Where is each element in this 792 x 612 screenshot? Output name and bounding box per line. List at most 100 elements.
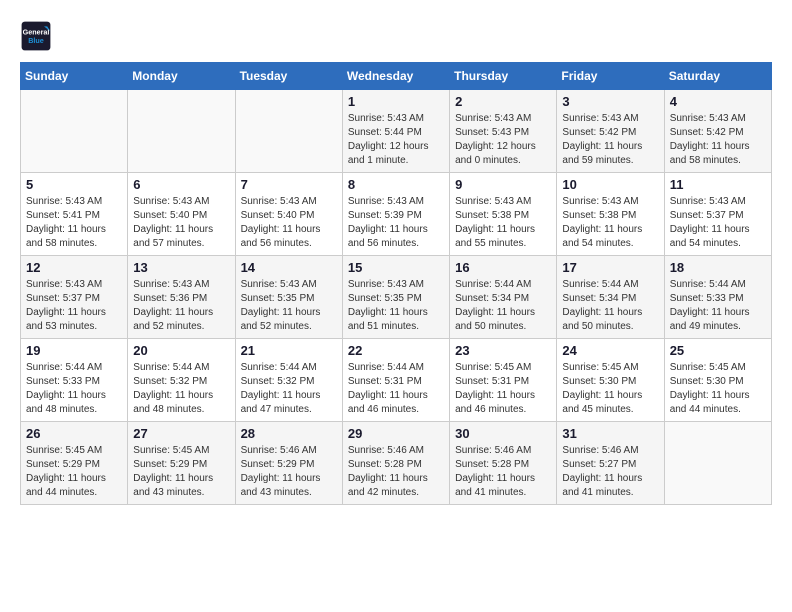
calendar-cell: 4 Sunrise: 5:43 AMSunset: 5:42 PMDaylight… (664, 90, 771, 173)
day-number: 30 (455, 426, 551, 441)
weekday-header-saturday: Saturday (664, 63, 771, 90)
day-info: Sunrise: 5:46 AMSunset: 5:27 PMDaylight:… (562, 444, 658, 500)
day-number: 2 (455, 94, 551, 109)
calendar-cell: 15Sunrise: 5:43 AMSunset: 5:35 PMDayligh… (342, 256, 449, 339)
day-number: 5 (26, 177, 122, 192)
calendar-cell: 9Sunrise: 5:43 AMSunset: 5:38 PMDaylight… (450, 173, 557, 256)
calendar-cell: 30 Sunrise: 5:46 AMSunset: 5:28 PMDayligh… (450, 422, 557, 505)
day-number: 29 (348, 426, 444, 441)
calendar-cell: 12 Sunrise: 5:43 AMSunset: 5:37 PMDayligh… (21, 256, 128, 339)
day-info: Sunrise: 5:43 AMSunset: 5:42 PMDaylight:… (562, 112, 658, 168)
day-info: Sunrise: 5:45 AMSunset: 5:30 PMDaylight:… (670, 361, 766, 417)
day-number: 7 (241, 177, 337, 192)
calendar-cell: 22Sunrise: 5:44 AMSunset: 5:31 PMDayligh… (342, 339, 449, 422)
day-info: Sunrise: 5:43 AMSunset: 5:42 PMDaylight:… (670, 112, 766, 168)
calendar-cell: 16 Sunrise: 5:44 AMSunset: 5:34 PMDayligh… (450, 256, 557, 339)
calendar-cell: 21 Sunrise: 5:44 AMSunset: 5:32 PMDayligh… (235, 339, 342, 422)
day-info: Sunrise: 5:45 AMSunset: 5:29 PMDaylight:… (133, 444, 229, 500)
calendar-cell: 26Sunrise: 5:45 AMSunset: 5:29 PMDayligh… (21, 422, 128, 505)
calendar-cell: 17 Sunrise: 5:44 AMSunset: 5:34 PMDayligh… (557, 256, 664, 339)
calendar-cell: 10 Sunrise: 5:43 AMSunset: 5:38 PMDayligh… (557, 173, 664, 256)
calendar-cell: 1 Sunrise: 5:43 AMSunset: 5:44 PMDaylight… (342, 90, 449, 173)
calendar-cell (235, 90, 342, 173)
day-info: Sunrise: 5:43 AMSunset: 5:36 PMDaylight:… (133, 278, 229, 334)
calendar-cell: 11 Sunrise: 5:43 AMSunset: 5:37 PMDayligh… (664, 173, 771, 256)
day-number: 24 (562, 343, 658, 358)
calendar-cell: 24 Sunrise: 5:45 AMSunset: 5:30 PMDayligh… (557, 339, 664, 422)
weekday-header-monday: Monday (128, 63, 235, 90)
day-info: Sunrise: 5:43 AMSunset: 5:39 PMDaylight:… (348, 195, 444, 251)
calendar-week-row: 1 Sunrise: 5:43 AMSunset: 5:44 PMDaylight… (21, 90, 772, 173)
day-info: Sunrise: 5:44 AMSunset: 5:33 PMDaylight:… (26, 361, 122, 417)
calendar-cell: 3 Sunrise: 5:43 AMSunset: 5:42 PMDaylight… (557, 90, 664, 173)
day-info: Sunrise: 5:43 AMSunset: 5:40 PMDaylight:… (133, 195, 229, 251)
day-info: Sunrise: 5:43 AMSunset: 5:41 PMDaylight:… (26, 195, 122, 251)
calendar-cell: 28Sunrise: 5:46 AMSunset: 5:29 PMDayligh… (235, 422, 342, 505)
calendar-week-row: 19 Sunrise: 5:44 AMSunset: 5:33 PMDayligh… (21, 339, 772, 422)
day-number: 12 (26, 260, 122, 275)
day-info: Sunrise: 5:43 AMSunset: 5:37 PMDaylight:… (670, 195, 766, 251)
weekday-header-row: SundayMondayTuesdayWednesdayThursdayFrid… (21, 63, 772, 90)
day-number: 21 (241, 343, 337, 358)
day-info: Sunrise: 5:46 AMSunset: 5:28 PMDaylight:… (348, 444, 444, 500)
day-number: 3 (562, 94, 658, 109)
weekday-header-tuesday: Tuesday (235, 63, 342, 90)
page-header: General Blue (20, 20, 772, 52)
calendar-cell (21, 90, 128, 173)
calendar-cell (664, 422, 771, 505)
day-number: 20 (133, 343, 229, 358)
calendar-week-row: 26 Sunrise: 5:45 AMSunset: 5:29 PMDayligh… (21, 422, 772, 505)
day-info: Sunrise: 5:44 AMSunset: 5:31 PMDaylight:… (348, 361, 444, 417)
day-number: 19 (26, 343, 122, 358)
day-info: Sunrise: 5:44 AMSunset: 5:34 PMDaylight:… (562, 278, 658, 334)
calendar-cell: 2 Sunrise: 5:43 AMSunset: 5:43 PMDaylight… (450, 90, 557, 173)
day-info: Sunrise: 5:45 AMSunset: 5:30 PMDaylight:… (562, 361, 658, 417)
logo-icon: General Blue (20, 20, 52, 52)
calendar-cell: 5 Sunrise: 5:43 AMSunset: 5:41 PMDaylight… (21, 173, 128, 256)
calendar-cell: 29 Sunrise: 5:46 AMSunset: 5:28 PMDayligh… (342, 422, 449, 505)
day-number: 13 (133, 260, 229, 275)
day-number: 11 (670, 177, 766, 192)
calendar-cell: 23 Sunrise: 5:45 AMSunset: 5:31 PMDayligh… (450, 339, 557, 422)
day-number: 17 (562, 260, 658, 275)
day-number: 1 (348, 94, 444, 109)
calendar-cell: 7 Sunrise: 5:43 AMSunset: 5:40 PMDaylight… (235, 173, 342, 256)
day-number: 4 (670, 94, 766, 109)
day-number: 6 (133, 177, 229, 192)
day-number: 26 (26, 426, 122, 441)
day-info: Sunrise: 5:44 AMSunset: 5:33 PMDaylight:… (670, 278, 766, 334)
day-info: Sunrise: 5:46 AMSunset: 5:28 PMDaylight:… (455, 444, 551, 500)
day-info: Sunrise: 5:45 AMSunset: 5:31 PMDaylight:… (455, 361, 551, 417)
svg-text:Blue: Blue (28, 36, 44, 45)
calendar-cell: 14 Sunrise: 5:43 AMSunset: 5:35 PMDayligh… (235, 256, 342, 339)
day-info: Sunrise: 5:43 AMSunset: 5:38 PMDaylight:… (455, 195, 551, 251)
weekday-header-thursday: Thursday (450, 63, 557, 90)
day-number: 23 (455, 343, 551, 358)
calendar-cell: 27 Sunrise: 5:45 AMSunset: 5:29 PMDayligh… (128, 422, 235, 505)
calendar-cell: 13 Sunrise: 5:43 AMSunset: 5:36 PMDayligh… (128, 256, 235, 339)
calendar-cell: 18Sunrise: 5:44 AMSunset: 5:33 PMDayligh… (664, 256, 771, 339)
day-info: Sunrise: 5:43 AMSunset: 5:40 PMDaylight:… (241, 195, 337, 251)
day-info: Sunrise: 5:44 AMSunset: 5:32 PMDaylight:… (241, 361, 337, 417)
day-info: Sunrise: 5:43 AMSunset: 5:43 PMDaylight:… (455, 112, 551, 168)
day-number: 10 (562, 177, 658, 192)
calendar-cell: 20Sunrise: 5:44 AMSunset: 5:32 PMDayligh… (128, 339, 235, 422)
day-info: Sunrise: 5:44 AMSunset: 5:34 PMDaylight:… (455, 278, 551, 334)
calendar-cell: 31Sunrise: 5:46 AMSunset: 5:27 PMDayligh… (557, 422, 664, 505)
svg-text:General: General (23, 27, 50, 36)
day-info: Sunrise: 5:43 AMSunset: 5:44 PMDaylight:… (348, 112, 444, 168)
day-number: 8 (348, 177, 444, 192)
day-number: 14 (241, 260, 337, 275)
day-number: 27 (133, 426, 229, 441)
day-info: Sunrise: 5:43 AMSunset: 5:37 PMDaylight:… (26, 278, 122, 334)
day-info: Sunrise: 5:43 AMSunset: 5:38 PMDaylight:… (562, 195, 658, 251)
calendar-cell (128, 90, 235, 173)
weekday-header-sunday: Sunday (21, 63, 128, 90)
day-number: 25 (670, 343, 766, 358)
day-number: 28 (241, 426, 337, 441)
day-number: 16 (455, 260, 551, 275)
calendar-cell: 25 Sunrise: 5:45 AMSunset: 5:30 PMDayligh… (664, 339, 771, 422)
calendar-week-row: 12 Sunrise: 5:43 AMSunset: 5:37 PMDayligh… (21, 256, 772, 339)
calendar-table: SundayMondayTuesdayWednesdayThursdayFrid… (20, 62, 772, 505)
day-info: Sunrise: 5:43 AMSunset: 5:35 PMDaylight:… (241, 278, 337, 334)
